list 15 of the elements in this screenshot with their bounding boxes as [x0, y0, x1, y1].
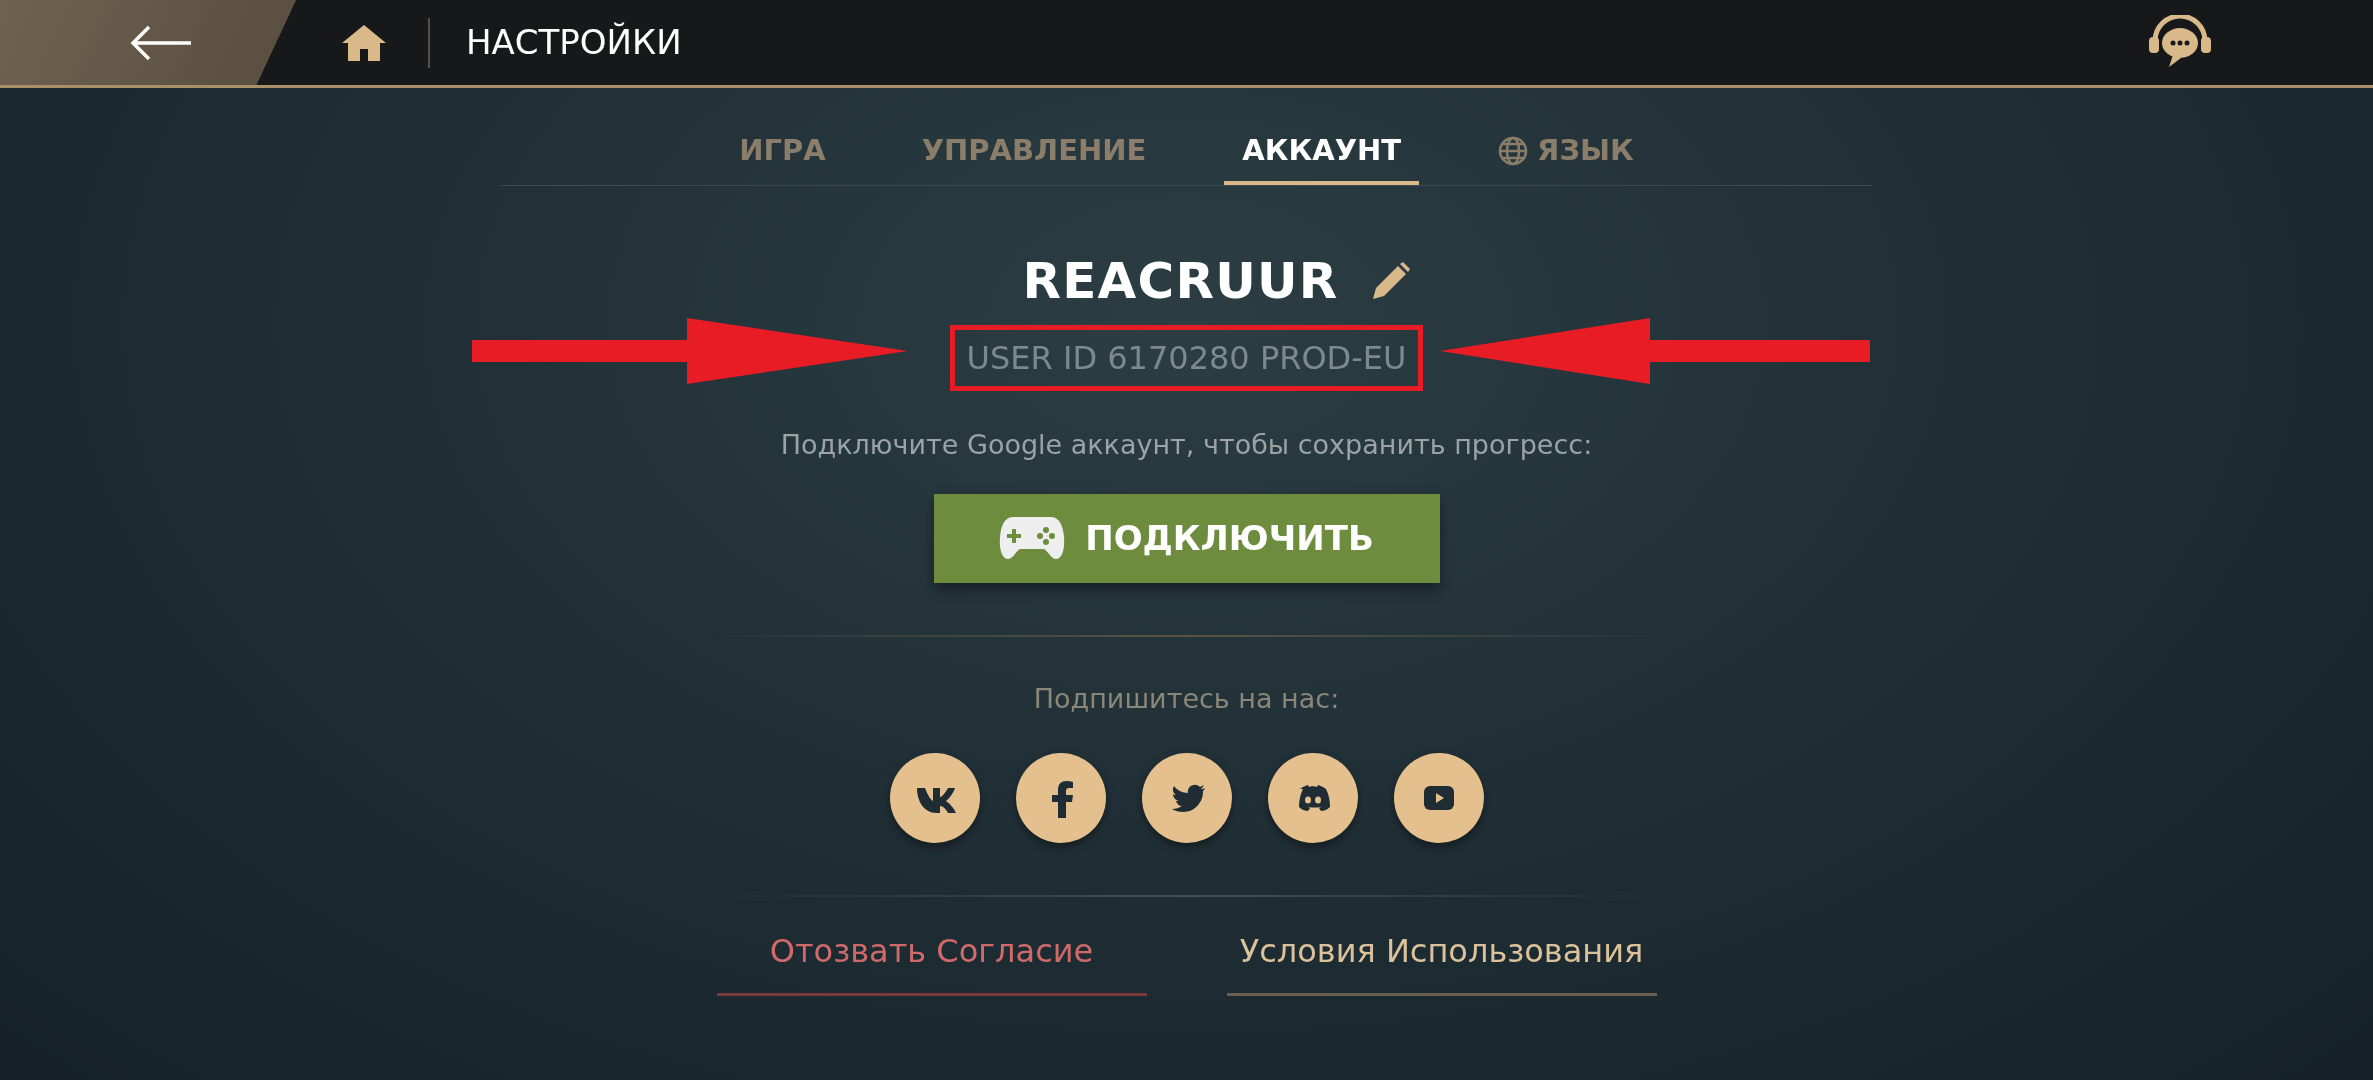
user-id: USER ID 6170280 PROD-EU [966, 338, 1407, 379]
terms-link[interactable]: Условия Использования [1226, 927, 1657, 996]
gamepad-icon [999, 515, 1066, 561]
tab[interactable]: ЯЗЫК [1479, 121, 1652, 185]
globe-icon [1497, 135, 1530, 167]
connect-button[interactable]: ПОДКЛЮЧИТЬ [933, 493, 1440, 583]
tab[interactable]: АККАУНТ [1224, 121, 1420, 185]
tab[interactable]: УПРАВЛЕНИЕ [903, 121, 1165, 185]
home-icon[interactable] [340, 22, 388, 63]
connect-prompt: Подключите Google аккаунт, чтобы сохранить прогресс: [780, 428, 1593, 462]
tab[interactable]: ИГРА [721, 121, 844, 185]
follow-us-label: Подпишитесь на нас: [1033, 681, 1340, 716]
revoke-consent-link[interactable]: Отозвать Согласие [716, 927, 1147, 996]
page-title: НАСТРОЙКИ [466, 21, 682, 64]
username: REACRUUR [1022, 251, 1339, 312]
